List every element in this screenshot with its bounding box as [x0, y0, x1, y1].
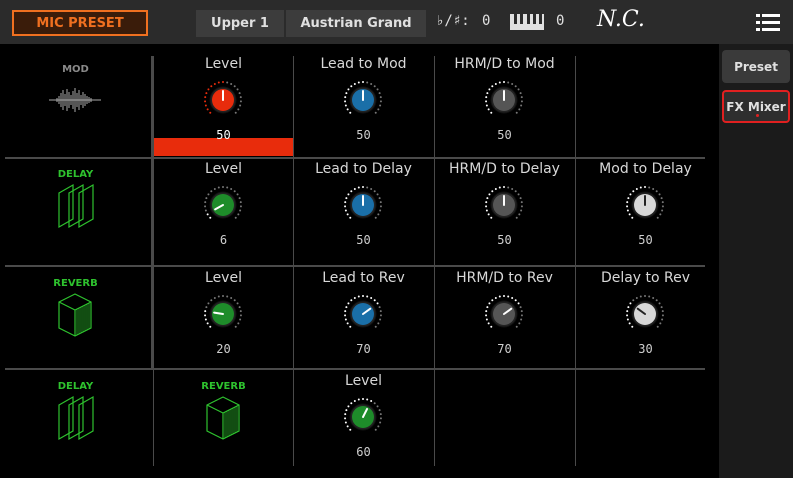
knob-value: 30: [638, 342, 653, 356]
knob-value: 50: [356, 233, 371, 247]
knob[interactable]: [203, 185, 243, 225]
knob[interactable]: [343, 294, 383, 334]
chord-display: N.C.: [597, 7, 645, 32]
knob[interactable]: [484, 294, 524, 334]
keyboard-icon: [510, 14, 544, 30]
delay-icon: [58, 395, 94, 441]
knob-cell[interactable]: Level 50: [153, 46, 294, 146]
knob-cell[interactable]: HRM/D to Delay 50: [434, 151, 575, 251]
sound-name[interactable]: Austrian Grand: [286, 10, 426, 37]
reverb-fx-block[interactable]: REVERB: [5, 278, 146, 368]
menu-icon[interactable]: [756, 14, 780, 32]
knob-cell[interactable]: Level 20: [153, 260, 294, 360]
knob[interactable]: [343, 80, 383, 120]
knob-label: Level: [345, 373, 382, 389]
fx-mixer-label: FX Mixer: [726, 99, 786, 114]
knob[interactable]: [203, 80, 243, 120]
knob-value: 50: [638, 233, 653, 247]
knob-cell[interactable]: Delay to Rev 30: [575, 260, 716, 360]
knob-cell[interactable]: Lead to Mod 50: [293, 46, 434, 146]
knob-label: Delay to Rev: [600, 270, 691, 286]
reverb-icon: [58, 293, 92, 337]
fx-label: MOD: [62, 64, 89, 75]
transpose-value[interactable]: 0: [482, 13, 490, 29]
knob-label: HRM/D to Mod: [454, 56, 555, 72]
knob-value: 50: [497, 128, 512, 142]
knob-value: 20: [216, 342, 231, 356]
fx-mixer-grid: MOD Level 50 Lead to Mod 50 HRM/D to Mod 50 DEL…: [5, 44, 714, 478]
fx-label: REVERB: [201, 381, 246, 392]
knob[interactable]: [343, 397, 383, 437]
octave-value[interactable]: 0: [556, 13, 564, 29]
delay-fx-block[interactable]: DELAY: [5, 169, 146, 259]
mic-preset-button[interactable]: MIC PRESET: [12, 10, 148, 36]
reverb-fx-block[interactable]: REVERB: [153, 381, 294, 471]
knob-label: HRM/D to Delay: [449, 161, 560, 177]
knob-label: Level: [205, 270, 242, 286]
knob-label: Lead to Delay: [315, 161, 412, 177]
active-indicator: [756, 114, 759, 117]
knob-cell[interactable]: Lead to Rev 70: [293, 260, 434, 360]
knob-value: 70: [497, 342, 512, 356]
knob[interactable]: [343, 185, 383, 225]
knob-label: Lead to Rev: [322, 270, 405, 286]
delay-icon: [58, 183, 94, 229]
knob-value: 70: [356, 342, 371, 356]
knob[interactable]: [484, 80, 524, 120]
top-bar: MIC PRESET Upper 1 Austrian Grand ♭/♯: 0…: [0, 0, 793, 44]
knob-value: 50: [356, 128, 371, 142]
knob[interactable]: [625, 294, 665, 334]
waveform-icon: [49, 88, 101, 112]
knob[interactable]: [484, 185, 524, 225]
knob-value: 50: [497, 233, 512, 247]
fx-label: DELAY: [57, 169, 94, 180]
knob-cell[interactable]: HRM/D to Mod 50: [434, 46, 575, 146]
knob-cell[interactable]: Lead to Delay 50: [293, 151, 434, 251]
knob-label: Lead to Mod: [320, 56, 407, 72]
knob-cell[interactable]: Level 6: [153, 151, 294, 251]
knob-cell[interactable]: HRM/D to Rev 70: [434, 260, 575, 360]
knob-value: 60: [356, 445, 371, 459]
preset-tab[interactable]: Preset: [722, 50, 790, 83]
knob-label: Level: [205, 56, 242, 72]
side-panel: Preset FX Mixer: [719, 44, 793, 478]
knob-value: 6: [219, 233, 228, 247]
fx-mixer-tab[interactable]: FX Mixer: [722, 90, 790, 123]
transpose-label: ♭/♯:: [436, 13, 470, 29]
knob-value: 50: [216, 128, 231, 142]
knob-label: Level: [205, 161, 242, 177]
knob-cell[interactable]: Level 60: [293, 363, 434, 463]
reverb-icon: [206, 396, 240, 440]
fx-label: DELAY: [57, 381, 94, 392]
knob-cell[interactable]: Mod to Delay 50: [575, 151, 716, 251]
delay-fx-block[interactable]: DELAY: [5, 381, 146, 471]
part-selector[interactable]: Upper 1: [196, 10, 284, 37]
mod-fx-block[interactable]: MOD: [5, 64, 146, 154]
knob-label: HRM/D to Rev: [456, 270, 553, 286]
knob[interactable]: [625, 185, 665, 225]
knob[interactable]: [203, 294, 243, 334]
fx-label: REVERB: [53, 278, 98, 289]
knob-label: Mod to Delay: [599, 161, 692, 177]
